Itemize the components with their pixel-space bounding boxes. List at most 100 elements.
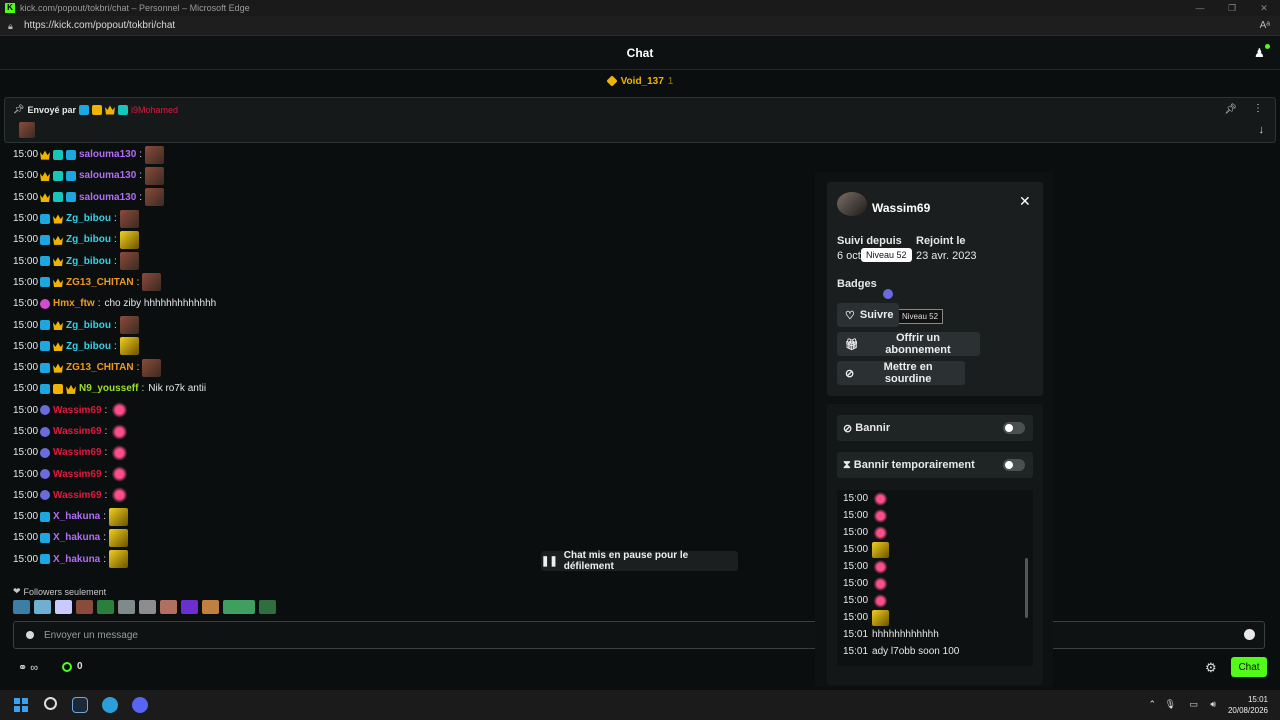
chat-message[interactable]: 15:00 X_hakuna: (13, 527, 803, 548)
chat-message[interactable]: 15:00 Wassim69: (13, 485, 803, 506)
sub-badge-icon[interactable] (40, 341, 50, 352)
more-options-icon[interactable]: ⋮ (1253, 103, 1263, 114)
vip-badge-icon[interactable] (66, 170, 76, 181)
quick-emote[interactable] (259, 600, 276, 614)
tray-chevron-icon[interactable]: ⌃ (1148, 699, 1156, 710)
vip-badge-icon[interactable] (66, 192, 76, 203)
level-badge-icon[interactable] (40, 490, 50, 501)
message-username[interactable]: N9_yousseff (79, 383, 138, 394)
mute-button[interactable]: ⊘ Mettre en sourdine (837, 361, 965, 385)
chat-message[interactable]: 15:00 salouma130: (13, 165, 803, 186)
url-field[interactable]: https://kick.com/popout/tokbri/chat (24, 20, 175, 31)
crown-badge-icon[interactable] (53, 235, 63, 245)
level-badge-icon[interactable] (40, 405, 50, 416)
arrow-down-icon[interactable]: ↓ (1259, 124, 1265, 136)
crown-badge-icon[interactable] (53, 278, 63, 288)
message-username[interactable]: ZG13_CHITAN (66, 362, 134, 373)
message-username[interactable]: ZG13_CHITAN (66, 277, 134, 288)
discord-icon[interactable] (132, 697, 148, 713)
minimize-icon[interactable]: — (1184, 0, 1216, 16)
chat-message[interactable]: 15:00 Zg_bibou: (13, 250, 803, 271)
users-icon[interactable]: ♟ (1254, 44, 1270, 60)
follow-button[interactable]: ♡ Suivre (837, 303, 899, 327)
og-badge-icon[interactable] (53, 170, 63, 181)
send-chat-button[interactable]: Chat (1231, 657, 1267, 677)
message-username[interactable]: Zg_bibou (66, 234, 111, 245)
sub-badge-icon[interactable] (40, 554, 50, 565)
crown-badge-icon[interactable] (40, 193, 50, 203)
quick-emote[interactable] (181, 600, 198, 614)
chat-message[interactable]: 15:00 ZG13_CHITAN: (13, 357, 803, 378)
chat-identity-icon[interactable] (26, 631, 34, 639)
k-badge-icon[interactable] (53, 383, 63, 394)
message-username[interactable]: Zg_bibou (66, 213, 111, 224)
pin-icon[interactable]: 📌︎ (1224, 104, 1237, 115)
quick-emote[interactable] (97, 600, 114, 614)
message-username[interactable]: Wassim69 (53, 490, 102, 501)
chat-message[interactable]: 15:00 X_hakuna: (13, 506, 803, 527)
sub-badge-icon[interactable] (40, 256, 50, 267)
quick-emote[interactable] (160, 600, 177, 614)
windows-start-icon[interactable] (14, 698, 28, 712)
chat-message[interactable]: 15:00 Wassim69: (13, 400, 803, 421)
level-badge-icon[interactable] (40, 426, 50, 437)
chat-message[interactable]: 15:00 Zg_bibou: (13, 229, 803, 250)
chat-message[interactable]: 15:00 Zg_bibou: (13, 208, 803, 229)
chat-message[interactable]: 15:00 Hmx_ftw: cho ziby hhhhhhhhhhhhh (13, 293, 803, 314)
chat-message-list[interactable]: 15:00 salouma130: 15:00 salouma130: 15:00 sal… (13, 144, 803, 584)
chat-message[interactable]: 15:00 Wassim69: (13, 421, 803, 442)
message-username[interactable]: Hmx_ftw (53, 298, 95, 309)
message-username[interactable]: Wassim69 (53, 469, 102, 480)
message-username[interactable]: X_hakuna (53, 511, 100, 522)
sub-badge-icon[interactable] (40, 213, 50, 224)
sub-badge-icon[interactable] (40, 234, 50, 245)
lock-icon[interactable]: 🔒︎ (8, 21, 18, 31)
chat-paused-button[interactable]: ❚❚ Chat mis en pause pour le défilement (541, 550, 738, 572)
message-username[interactable]: Zg_bibou (66, 320, 111, 331)
crown-badge-icon[interactable] (53, 342, 63, 352)
sub-badge-icon[interactable] (40, 383, 50, 394)
vip-badge-icon[interactable] (66, 149, 76, 160)
message-username[interactable]: X_hakuna (53, 532, 100, 543)
og-badge-icon[interactable] (53, 149, 63, 160)
quick-emote[interactable] (139, 600, 156, 614)
top-gifter[interactable]: Void_137 1 (0, 72, 1280, 90)
gift-sub-button[interactable]: 🎁︎ Offrir un abonnement (837, 332, 980, 356)
tempban-toggle[interactable] (1003, 459, 1025, 471)
chat-message[interactable]: 15:00 N9_yousseff: Nik ro7k antii (13, 378, 803, 399)
message-username[interactable]: salouma130 (79, 170, 136, 181)
search-icon[interactable] (44, 697, 57, 710)
quick-emote[interactable] (202, 600, 219, 614)
message-username[interactable]: Zg_bibou (66, 256, 111, 267)
chat-message[interactable]: 15:00 Wassim69: (13, 442, 803, 463)
sub-badge-icon[interactable] (40, 320, 50, 331)
quick-emote[interactable] (55, 600, 72, 614)
level-badge-icon[interactable] (40, 447, 50, 458)
quick-emote[interactable] (118, 600, 135, 614)
chat-message[interactable]: 15:00 Zg_bibou: (13, 314, 803, 335)
crown-badge-icon[interactable] (66, 384, 76, 394)
read-aloud-icon[interactable]: Aᵃ (1260, 20, 1270, 31)
message-username[interactable]: Zg_bibou (66, 341, 111, 352)
steam-icon[interactable] (72, 697, 88, 713)
crown-badge-icon[interactable] (40, 150, 50, 160)
chat-message[interactable]: 15:00 salouma130: (13, 144, 803, 165)
message-username[interactable]: salouma130 (79, 149, 136, 160)
chat-message[interactable]: 15:00 Wassim69: (13, 463, 803, 484)
message-username[interactable]: Wassim69 (53, 405, 102, 416)
level-badge-icon[interactable] (883, 289, 893, 299)
display-icon[interactable]: ▭ (1189, 699, 1198, 710)
crown-badge-icon[interactable] (40, 171, 50, 181)
sub-badge-icon[interactable] (40, 532, 50, 543)
quick-emote[interactable] (223, 600, 255, 614)
pink-badge-icon[interactable] (40, 298, 50, 309)
microphone-icon[interactable]: 🎙︎ (1165, 699, 1176, 710)
emoji-picker-icon[interactable] (1244, 629, 1255, 640)
quick-emote[interactable] (13, 600, 30, 614)
og-badge-icon[interactable] (53, 192, 63, 203)
ban-toggle[interactable] (1003, 422, 1025, 434)
system-clock[interactable]: 15:01 20/08/2026 (1228, 694, 1268, 716)
message-username[interactable]: Wassim69 (53, 447, 102, 458)
message-username[interactable]: X_hakuna (53, 554, 100, 565)
message-username[interactable]: salouma130 (79, 192, 136, 203)
